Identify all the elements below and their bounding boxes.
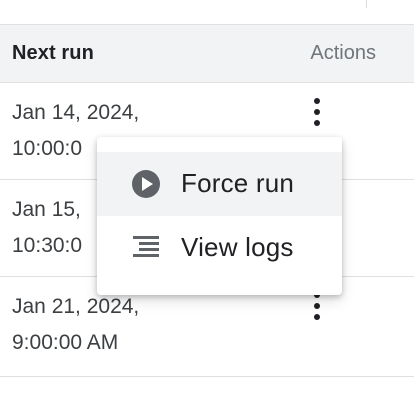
more-vert-icon-dot — [314, 109, 320, 115]
column-header-actions: Actions — [310, 42, 376, 64]
more-vert-icon-dot — [314, 314, 320, 320]
more-vert-icon-dot — [314, 98, 320, 104]
more-actions-button[interactable] — [306, 95, 330, 131]
actions-menu: Force run View logs — [97, 137, 342, 295]
next-run-cell: Jan 21, 2024, 9:00:00 AM — [12, 295, 140, 354]
list-lines-icon — [133, 236, 159, 257]
play-circle-icon — [132, 170, 160, 198]
column-header-next-run[interactable]: Next run — [12, 42, 94, 65]
next-run-cell: Jan 15, 10:30:0 — [12, 198, 83, 257]
more-vert-icon-dot — [314, 120, 320, 126]
table-top-strip — [0, 0, 414, 25]
table-header: Next run Actions — [0, 25, 414, 83]
menu-item-label: View logs — [181, 232, 294, 262]
column-divider — [366, 0, 367, 8]
more-vert-icon-dot — [314, 303, 320, 309]
menu-item-force-run[interactable]: Force run — [97, 152, 342, 216]
menu-item-label: Force run — [181, 168, 295, 198]
menu-item-view-logs[interactable]: View logs — [97, 216, 342, 280]
